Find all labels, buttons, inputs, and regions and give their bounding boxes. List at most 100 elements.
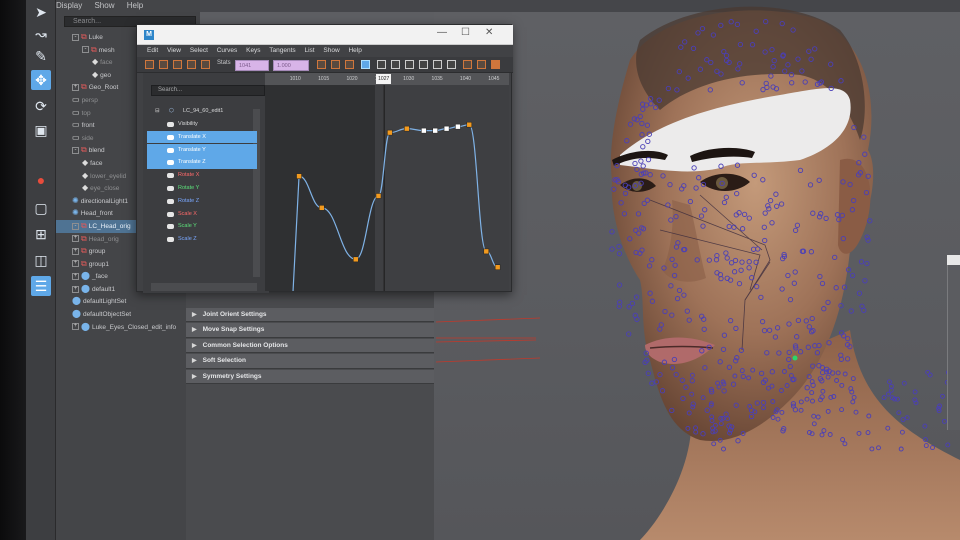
ge-attribute-row[interactable]: Scale Y xyxy=(147,220,257,233)
curve-plot[interactable] xyxy=(265,73,509,291)
curve-keyframe[interactable] xyxy=(353,256,359,263)
curve-keyframe[interactable] xyxy=(455,123,461,130)
flat-tangent-icon[interactable] xyxy=(419,60,428,69)
frame-playback-icon[interactable] xyxy=(345,60,354,69)
channel-key-icon xyxy=(167,198,174,204)
ge-object-row[interactable]: ⊟ ⬡ LC_94_60_edit1 xyxy=(147,105,257,118)
curve-keyframe[interactable] xyxy=(432,127,438,134)
right-iris xyxy=(716,177,728,189)
ge-attribute-row[interactable]: Rotate Z xyxy=(147,195,257,208)
tracking-marker xyxy=(923,437,928,443)
expand-arrow-icon[interactable]: ▶ xyxy=(192,358,197,364)
ge-menu-edit[interactable]: Edit xyxy=(147,47,158,54)
tracking-marker xyxy=(912,389,918,395)
tracking-marker xyxy=(941,418,947,424)
frame-all-icon[interactable] xyxy=(317,60,326,69)
frame-selection-icon[interactable] xyxy=(331,60,340,69)
channel-key-icon xyxy=(167,173,174,179)
region-tool-icon[interactable] xyxy=(187,60,196,69)
ge-menu-select[interactable]: Select xyxy=(190,47,208,54)
stats-value-field[interactable]: 1.000 xyxy=(273,59,309,71)
ge-attribute-row[interactable]: Visibility xyxy=(147,118,257,131)
ge-menu-show[interactable]: Show xyxy=(323,47,339,54)
break-tangents-icon[interactable] xyxy=(477,60,486,69)
ge-menu-list[interactable]: List xyxy=(304,47,314,54)
tracking-marker xyxy=(609,246,615,252)
ge-attribute-label: Scale X xyxy=(178,210,197,217)
maximize-icon[interactable]: ☐ xyxy=(461,27,470,38)
tracking-marker xyxy=(867,218,873,224)
tracking-marker xyxy=(633,294,640,300)
graph-editor-titlebar[interactable]: M — ☐ ✕ xyxy=(137,25,513,45)
maya-screen: ➤ ↝ ✎ ✥ ⟳ ▣ ● ▢ ⊞ ◫ ☰ Display Show Help … xyxy=(0,0,960,540)
tool-settings-section[interactable]: ▶ Soft Selection xyxy=(186,354,434,369)
linear-tangent-icon[interactable] xyxy=(405,60,414,69)
spline-tangent-icon[interactable] xyxy=(377,60,386,69)
tool-settings-section[interactable]: ▶ Symmetry Settings xyxy=(186,369,434,384)
tool-settings-section-label: Symmetry Settings xyxy=(202,372,262,380)
tool-settings-section[interactable]: ▶ Move Snap Settings xyxy=(186,323,434,338)
curve-keyframe[interactable] xyxy=(466,121,473,128)
expand-arrow-icon[interactable]: ▶ xyxy=(192,312,197,318)
red-guide-lines xyxy=(436,317,541,363)
ge-attribute-row[interactable]: Translate X xyxy=(147,130,257,144)
ge-horizontal-scrollbar[interactable] xyxy=(151,283,257,291)
channel-key-icon xyxy=(167,134,174,140)
curve-graph[interactable]: 101010151020102510301035104010451027 xyxy=(265,73,509,291)
curve-keyframe[interactable] xyxy=(404,125,410,132)
ge-menu-tangents[interactable]: Tangents xyxy=(269,47,295,54)
maya-logo-icon: M xyxy=(144,30,154,40)
lattice-deform-icon[interactable] xyxy=(173,60,182,69)
ge-menu-keys[interactable]: Keys xyxy=(246,47,260,54)
move-key-tool-icon[interactable] xyxy=(145,60,154,69)
ge-menu-view[interactable]: View xyxy=(167,47,181,54)
tracking-marker xyxy=(885,391,891,397)
ge-attribute-row[interactable]: Scale X xyxy=(147,208,257,221)
plateau-tangent-icon[interactable] xyxy=(447,60,456,69)
tool-settings-section[interactable]: ▶ Common Selection Options xyxy=(186,338,434,354)
curve-keyframe[interactable] xyxy=(296,173,302,179)
tool-settings-section[interactable]: ▶ Joint Orient Settings xyxy=(186,308,434,323)
ge-attribute-row[interactable]: Rotate X xyxy=(147,169,257,182)
curve-keyframe[interactable] xyxy=(443,125,450,132)
step-tangent-icon[interactable] xyxy=(433,60,442,69)
curve-keyframe[interactable] xyxy=(387,129,393,136)
clamped-tangent-icon[interactable] xyxy=(391,60,400,69)
tracking-marker xyxy=(616,243,622,250)
buffer-curve-icon[interactable] xyxy=(463,60,472,69)
ge-attribute-row[interactable]: Translate Z xyxy=(147,156,257,169)
channel-key-icon xyxy=(167,122,174,127)
curve-keyframe[interactable] xyxy=(421,127,427,134)
tracking-marker xyxy=(609,229,615,235)
curve-keyframe[interactable] xyxy=(318,205,325,211)
auto-tangent-icon[interactable] xyxy=(361,60,370,69)
graph-editor-search-input[interactable]: Search... xyxy=(151,85,265,96)
expand-arrow-icon[interactable]: ▶ xyxy=(192,343,197,349)
expand-arrow-icon[interactable]: ▶ xyxy=(192,327,197,333)
ge-attribute-row[interactable]: Rotate Y xyxy=(147,182,257,195)
retime-tool-icon[interactable] xyxy=(201,60,210,69)
ge-attribute-row[interactable]: Scale Z xyxy=(147,233,257,246)
ge-collapse-icon[interactable]: ⊟ xyxy=(155,105,160,118)
unify-tangents-icon[interactable] xyxy=(491,60,500,69)
tracking-marker xyxy=(881,395,887,401)
stats-frame-field[interactable]: 1041 xyxy=(235,59,269,71)
ge-attribute-row[interactable]: Translate Y xyxy=(147,143,257,157)
ge-menu-curves[interactable]: Curves xyxy=(217,47,238,54)
tracking-marker xyxy=(888,383,894,389)
graph-editor-menubar: Edit View Select Curves Keys Tangents Li… xyxy=(137,45,513,57)
curve-keyframe[interactable] xyxy=(375,193,382,199)
minimize-icon[interactable]: — xyxy=(437,27,447,38)
ge-attribute-label: Visibility xyxy=(178,121,198,127)
ge-menu-help[interactable]: Help xyxy=(348,47,361,54)
expand-arrow-icon[interactable]: ▶ xyxy=(192,374,197,380)
stats-label: Stats xyxy=(217,60,231,66)
curve-keyframe[interactable] xyxy=(483,248,490,255)
channel-key-icon xyxy=(167,160,174,166)
ge-attribute-label: Scale Z xyxy=(178,236,197,243)
tracking-marker xyxy=(886,379,892,385)
close-icon[interactable]: ✕ xyxy=(485,27,493,38)
insert-key-tool-icon[interactable] xyxy=(159,60,168,69)
tracking-marker xyxy=(645,370,651,376)
curve-keyframe[interactable] xyxy=(494,264,501,270)
